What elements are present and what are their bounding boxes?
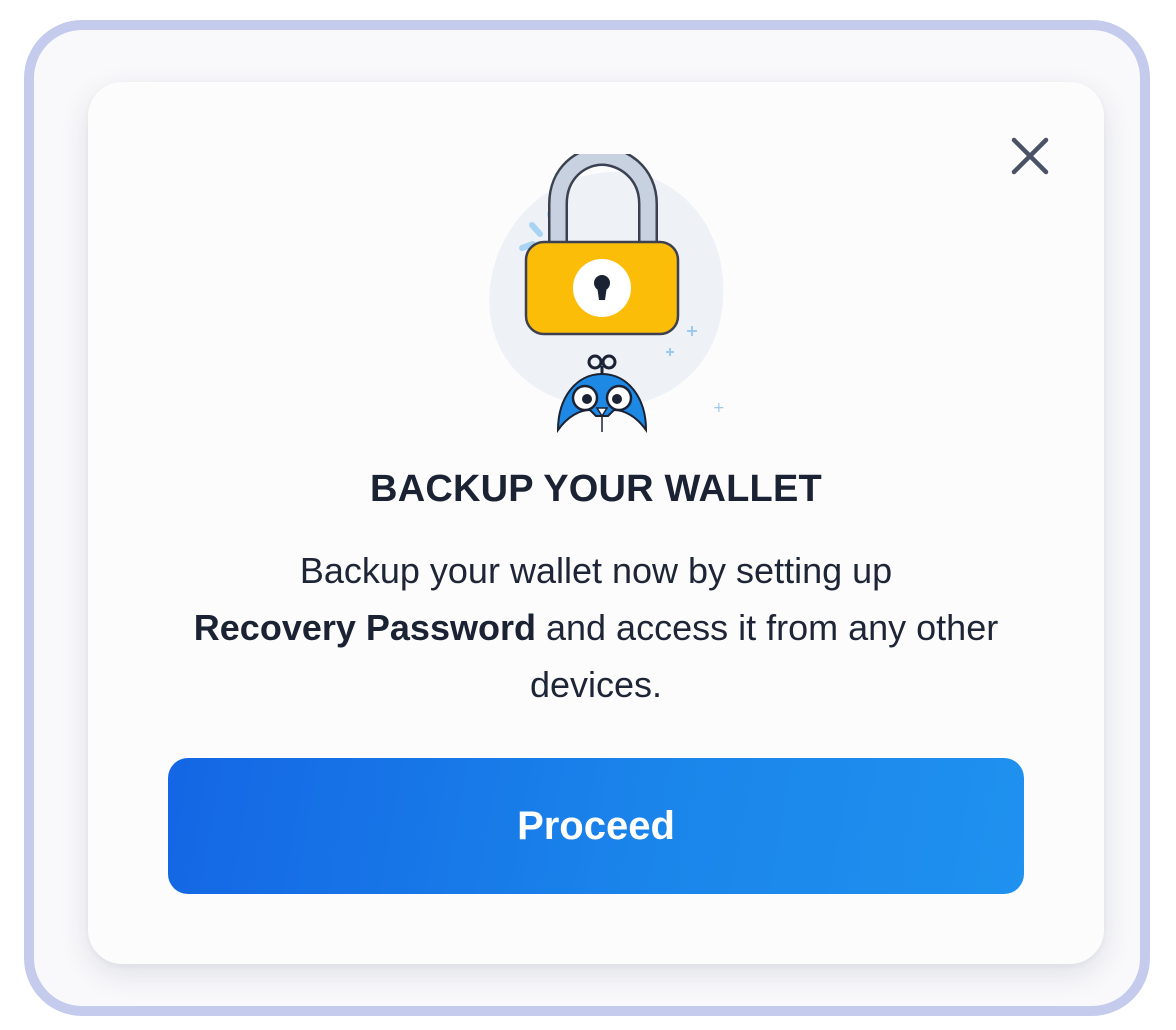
description-emphasis: Recovery Password [193,607,536,648]
close-icon [1011,137,1049,175]
modal-description: Backup your wallet now by setting up Rec… [148,542,1044,713]
modal-title: BACKUP YOUR WALLET [370,468,822,510]
backup-wallet-modal: + BACKUP YOUR WALLET Backup your wallet … [88,82,1104,964]
description-text: Backup your wallet now by setting up [299,550,893,591]
window-frame: + BACKUP YOUR WALLET Backup your wallet … [24,20,1150,1016]
close-button[interactable] [1008,134,1052,178]
description-text-continued: and access it from any other devices. [529,607,999,705]
padlock-illustration: + [489,154,725,434]
proceed-button[interactable]: Proceed [168,758,1024,894]
svg-text:+: + [713,400,725,416]
